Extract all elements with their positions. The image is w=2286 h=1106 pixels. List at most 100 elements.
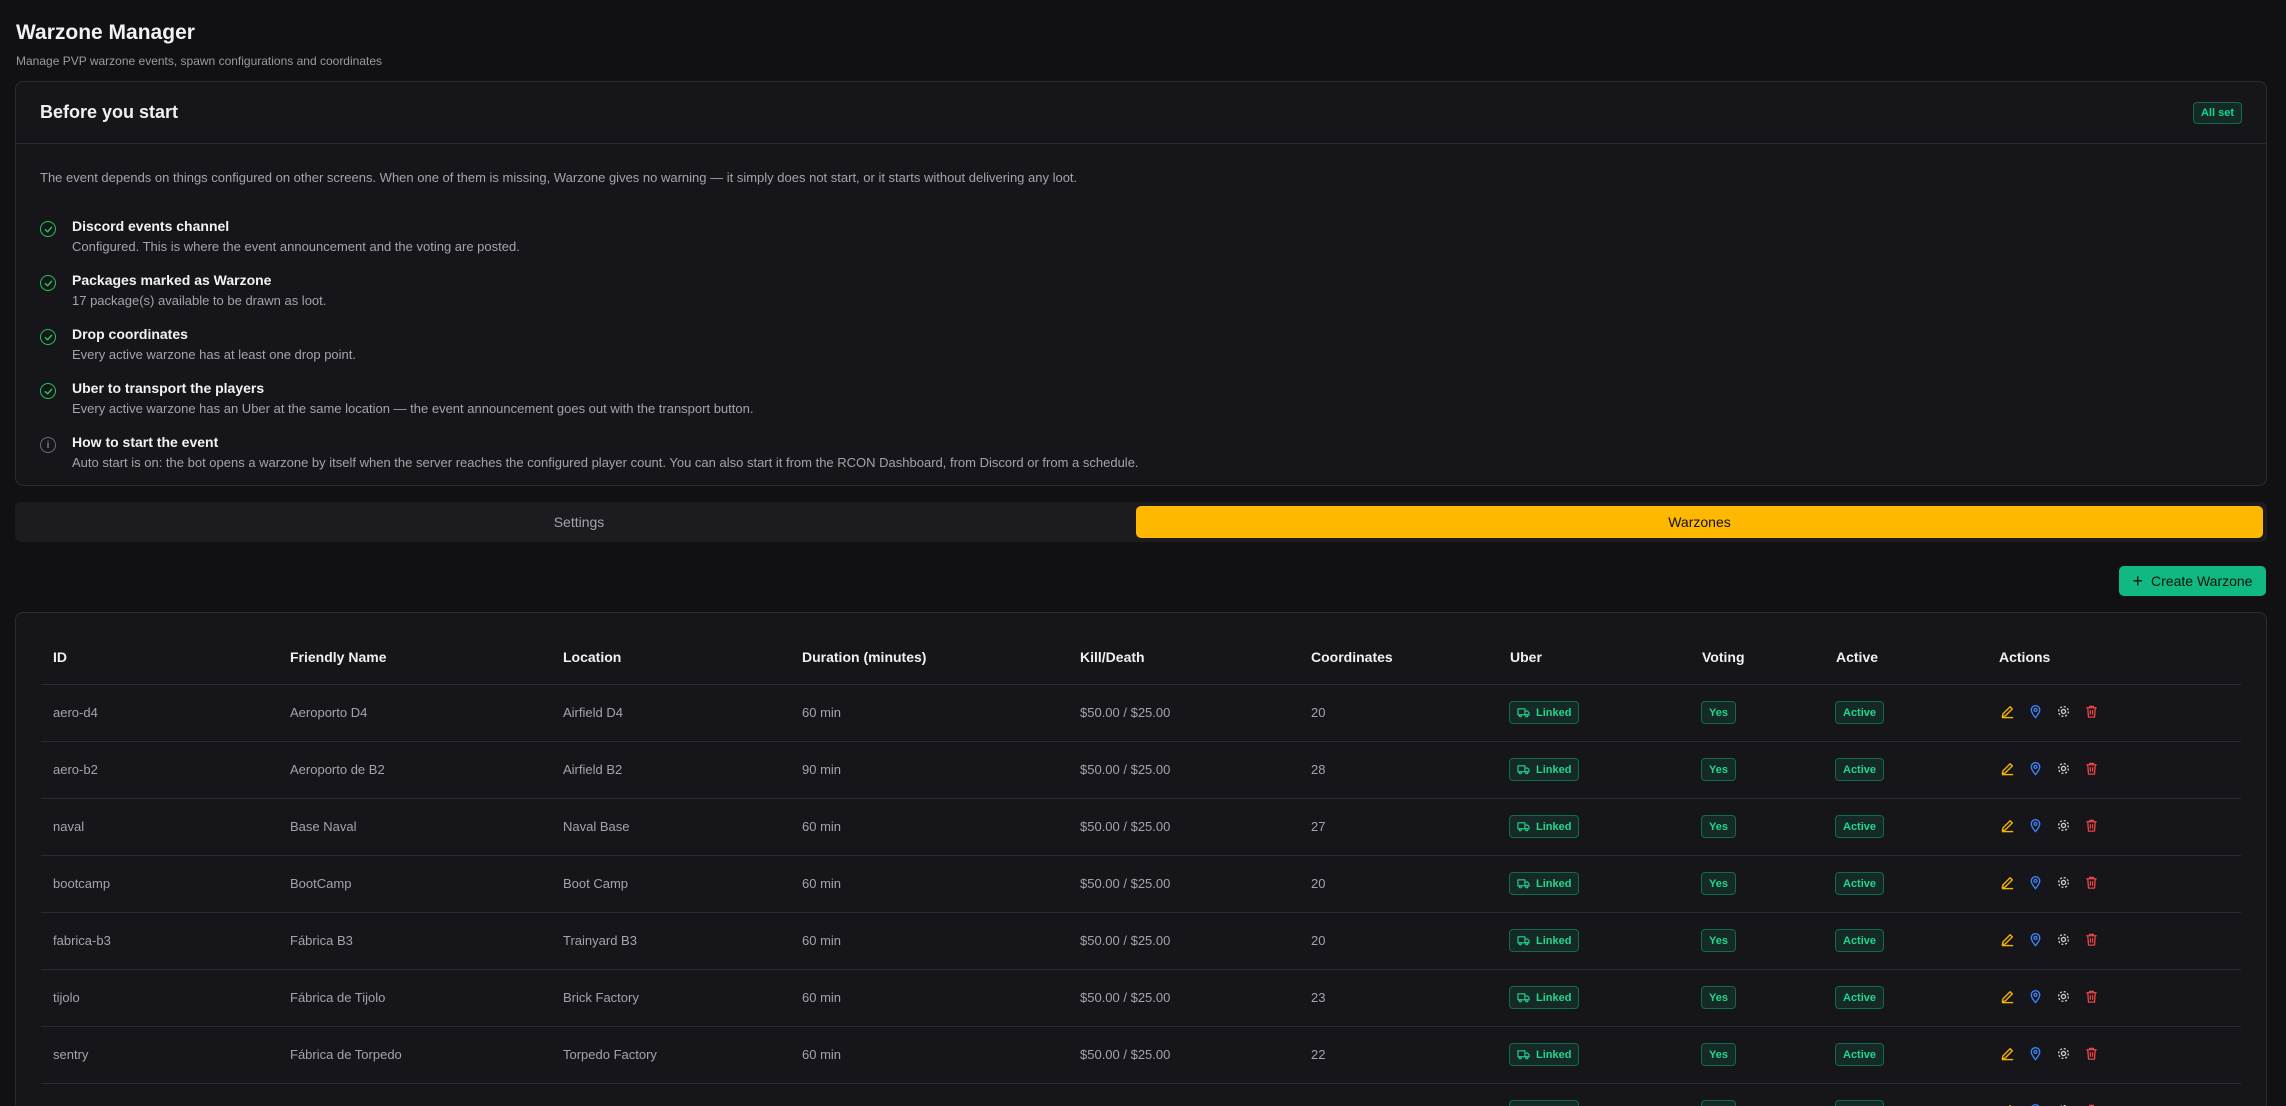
table-row[interactable]: sentry Fábrica de Torpedo Torpedo Factory 6… bbox=[41, 1027, 2241, 1084]
cell-duration: 60 min bbox=[802, 1047, 842, 1062]
map-pin-icon[interactable] bbox=[2027, 1045, 2043, 1061]
edit-icon[interactable] bbox=[1999, 817, 2015, 833]
cell-location: Airfield D4 bbox=[563, 705, 623, 720]
edit-icon[interactable] bbox=[1999, 1102, 2015, 1106]
cell-id: naval bbox=[53, 819, 85, 834]
trash-icon[interactable] bbox=[2083, 703, 2099, 719]
trash-icon[interactable] bbox=[2083, 1102, 2099, 1106]
table-row[interactable]: aero-b2 Aeroporto de B2 Airfield B2 90 min $… bbox=[41, 742, 2241, 799]
uber-label: Linked bbox=[1536, 763, 1572, 776]
cell-duration: 60 min bbox=[802, 819, 842, 834]
tab-warzones[interactable]: Warzones bbox=[1136, 506, 2263, 538]
map-pin-icon[interactable] bbox=[2027, 988, 2043, 1004]
edit-icon[interactable] bbox=[1999, 988, 2015, 1004]
create-warzone-label: Create Warzone bbox=[2151, 573, 2253, 589]
map-pin-icon[interactable] bbox=[2027, 817, 2043, 833]
checklist-item: i How to start the event Auto start is on:… bbox=[40, 431, 2240, 475]
checklist-item-title: Drop coordinates bbox=[72, 326, 188, 342]
trash-icon[interactable] bbox=[2083, 931, 2099, 947]
cell-kd: $50.00 / $25.00 bbox=[1080, 819, 1171, 834]
checklist-item-title: Packages marked as Warzone bbox=[72, 272, 272, 288]
row-actions bbox=[1999, 703, 2099, 719]
gear-icon[interactable] bbox=[2055, 874, 2071, 890]
map-pin-icon[interactable] bbox=[2027, 703, 2043, 719]
create-warzone-button[interactable]: + Create Warzone bbox=[2119, 566, 2266, 596]
gear-icon[interactable] bbox=[2055, 1102, 2071, 1106]
warzones-table: ID Friendly Name Location Duration (minutes… bbox=[15, 612, 2267, 1106]
column-header: Active bbox=[1836, 649, 1879, 665]
cell-name: BootCamp bbox=[290, 876, 352, 891]
card-intro: The event depends on things configured o… bbox=[40, 170, 1078, 185]
cell-duration: 90 min bbox=[802, 762, 842, 777]
edit-icon[interactable] bbox=[1999, 931, 2015, 947]
table-row[interactable]: fabrica-b3 Fábrica B3 Trainyard B3 60 min $5… bbox=[41, 913, 2241, 970]
checklist-item-desc: Auto start is on: the bot opens a warzon… bbox=[72, 455, 1139, 470]
trash-icon[interactable] bbox=[2083, 817, 2099, 833]
checklist-item-desc: 17 package(s) available to be drawn as l… bbox=[72, 293, 327, 308]
cell-location: Trainyard B3 bbox=[563, 933, 637, 948]
map-pin-icon[interactable] bbox=[2027, 874, 2043, 890]
gear-icon[interactable] bbox=[2055, 760, 2071, 776]
column-header: Actions bbox=[1999, 649, 2051, 665]
cell-coords: 20 bbox=[1311, 705, 1326, 720]
map-pin-icon[interactable] bbox=[2027, 760, 2043, 776]
truck-icon bbox=[1517, 1050, 1530, 1060]
row-actions bbox=[1999, 817, 2099, 833]
table-row[interactable]: bootcamp BootCamp Boot Camp 60 min $50.00 / … bbox=[41, 856, 2241, 913]
table-row[interactable]: naval Base Naval Naval Base 60 min $50.00 / … bbox=[41, 799, 2241, 856]
cell-coords: 28 bbox=[1311, 762, 1326, 777]
row-actions bbox=[1999, 988, 2099, 1004]
gear-icon[interactable] bbox=[2055, 988, 2071, 1004]
gear-icon[interactable] bbox=[2055, 1045, 2071, 1061]
voting-badge: Yes bbox=[1701, 872, 1736, 895]
table-row[interactable]: tijolo Fábrica de Tijolo Brick Factory 60 m… bbox=[41, 970, 2241, 1027]
uber-badge: Linked bbox=[1509, 1100, 1580, 1106]
gear-icon[interactable] bbox=[2055, 817, 2071, 833]
trash-icon[interactable] bbox=[2083, 874, 2099, 890]
row-actions bbox=[1999, 1102, 2099, 1106]
gear-icon[interactable] bbox=[2055, 703, 2071, 719]
status-badge: All set bbox=[2192, 102, 2242, 124]
edit-icon[interactable] bbox=[1999, 1045, 2015, 1061]
cell-kd: $50.00 / $25.00 bbox=[1080, 990, 1171, 1005]
tab-settings[interactable]: Settings bbox=[19, 506, 1139, 538]
trash-icon[interactable] bbox=[2083, 760, 2099, 776]
cell-kd: $50.00 / $25.00 bbox=[1080, 1047, 1171, 1062]
column-header: Coordinates bbox=[1311, 649, 1393, 665]
cell-name: Fábrica B3 bbox=[290, 933, 353, 948]
edit-icon[interactable] bbox=[1999, 760, 2015, 776]
uber-label: Linked bbox=[1536, 706, 1572, 719]
edit-icon[interactable] bbox=[1999, 703, 2015, 719]
uber-label: Linked bbox=[1536, 1048, 1572, 1061]
cell-name: Fábrica de Torpedo bbox=[290, 1047, 402, 1062]
active-badge: Active bbox=[1835, 758, 1885, 781]
edit-icon[interactable] bbox=[1999, 874, 2015, 890]
column-header: Voting bbox=[1702, 649, 1745, 665]
voting-badge: Yes bbox=[1701, 986, 1736, 1009]
table-row[interactable]: aero-d4 Aeroporto D4 Airfield D4 60 min $50.… bbox=[41, 685, 2241, 742]
active-badge: Active bbox=[1835, 929, 1885, 952]
voting-badge: Yes bbox=[1701, 758, 1736, 781]
tab-bar: Settings Warzones bbox=[15, 502, 2267, 542]
cell-id: sentry bbox=[53, 1047, 89, 1062]
map-pin-icon[interactable] bbox=[2027, 931, 2043, 947]
checklist-item-title: How to start the event bbox=[72, 434, 219, 450]
gear-icon[interactable] bbox=[2055, 931, 2071, 947]
active-badge: Active bbox=[1835, 1043, 1885, 1066]
row-actions bbox=[1999, 760, 2099, 776]
check-circle-icon bbox=[40, 275, 56, 291]
voting-badge: Yes bbox=[1701, 815, 1736, 838]
trash-icon[interactable] bbox=[2083, 988, 2099, 1004]
uber-label: Linked bbox=[1536, 991, 1572, 1004]
uber-badge: Linked bbox=[1509, 986, 1580, 1009]
table-row[interactable]: Linked Yes Active bbox=[41, 1084, 2241, 1106]
cell-coords: 22 bbox=[1311, 1047, 1326, 1062]
cell-id: bootcamp bbox=[53, 876, 111, 891]
cell-coords: 20 bbox=[1311, 876, 1326, 891]
map-pin-icon[interactable] bbox=[2027, 1102, 2043, 1106]
truck-icon bbox=[1517, 708, 1530, 718]
trash-icon[interactable] bbox=[2083, 1045, 2099, 1061]
active-badge: Active bbox=[1835, 815, 1885, 838]
cell-kd: $50.00 / $25.00 bbox=[1080, 762, 1171, 777]
cell-coords: 20 bbox=[1311, 933, 1326, 948]
